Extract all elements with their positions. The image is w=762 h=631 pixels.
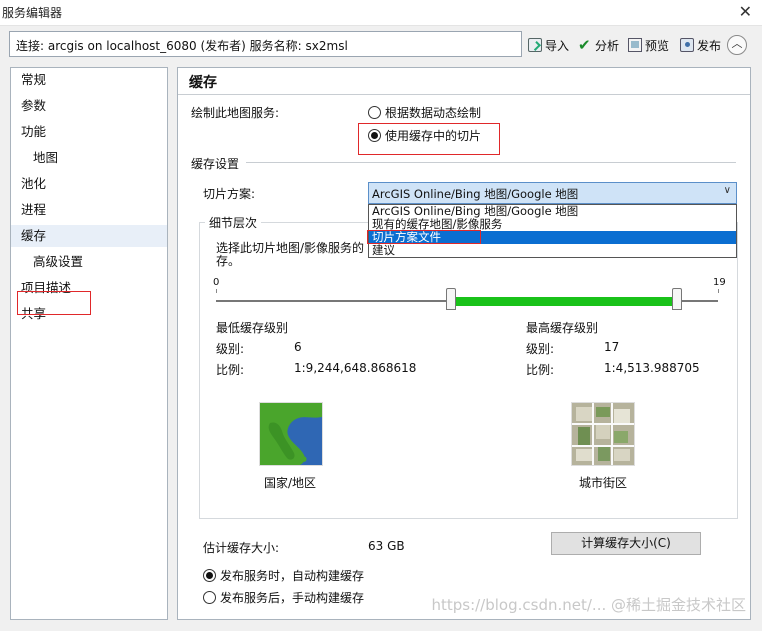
- connection-field[interactable]: 连接: arcgis on localhost_6080 (发布者) 服务名称:…: [9, 31, 522, 57]
- sidebar-item[interactable]: 常规: [11, 69, 167, 91]
- import-button[interactable]: 导入: [528, 35, 569, 55]
- min-level-title: 最低缓存级别: [216, 321, 289, 335]
- min-scale-label: 比例:: [216, 363, 245, 377]
- analyze-button[interactable]: ✔ 分析: [578, 35, 619, 55]
- sidebar: 常规 参数 功能 地图 池化 进程 缓存 高级设置 项目描述 共享: [10, 67, 168, 620]
- divider: [178, 94, 750, 95]
- radio-auto-build[interactable]: 发布服务时，自动构建缓存: [203, 567, 364, 584]
- radio-manual-build[interactable]: 发布服务后，手动构建缓存: [203, 589, 364, 606]
- tiling-scheme-select[interactable]: ArcGIS Online/Bing 地图/Google 地图 ∨: [368, 182, 737, 204]
- min-level-value: 6: [294, 340, 302, 354]
- page-title: 缓存: [189, 75, 217, 91]
- street-map-thumbnail: [571, 402, 635, 466]
- radio-selected-icon: [203, 569, 216, 582]
- import-label: 导入: [545, 38, 570, 53]
- watermark: https://blog.csdn.net/... @稀土掘金技术社区: [431, 596, 746, 614]
- draw-label: 绘制此地图服务:: [191, 106, 280, 120]
- estimate-value: 63 GB: [368, 539, 405, 553]
- country-map-thumbnail: [259, 402, 323, 466]
- street-caption: 城市街区: [579, 476, 628, 490]
- radio-icon: [368, 106, 381, 119]
- highlight-box: [17, 291, 91, 315]
- tiling-scheme-dropdown: ArcGIS Online/Bing 地图/Google 地图 现有的缓存地图/影…: [367, 204, 737, 258]
- calculate-cache-size-button[interactable]: 计算缓存大小(C): [551, 532, 701, 555]
- highlight-box: [367, 230, 481, 244]
- max-level-label: 级别:: [526, 342, 555, 356]
- close-icon[interactable]: ✕: [739, 2, 752, 21]
- country-caption: 国家/地区: [264, 476, 317, 490]
- divider: [246, 162, 736, 163]
- publish-icon: [680, 38, 694, 52]
- scheme-label: 切片方案:: [203, 187, 256, 201]
- sidebar-item[interactable]: 功能: [11, 121, 167, 143]
- slider-range-fill: [456, 297, 673, 306]
- slider-tick: [718, 289, 719, 293]
- sidebar-item[interactable]: 地图: [11, 147, 167, 169]
- detail-group-title: 细节层次: [205, 214, 262, 231]
- highlight-box: [358, 123, 500, 155]
- max-scale-value: 1:4,513.988705: [604, 361, 700, 375]
- sidebar-item[interactable]: 缓存: [11, 225, 167, 247]
- sidebar-item[interactable]: 池化: [11, 173, 167, 195]
- preview-icon: [628, 38, 642, 52]
- auto-build-label: 发布服务时，自动构建缓存: [220, 569, 365, 583]
- analyze-label: 分析: [595, 38, 620, 53]
- dropdown-option[interactable]: 建议: [369, 244, 736, 257]
- sidebar-item[interactable]: 高级设置: [11, 251, 167, 273]
- max-level-title: 最高缓存级别: [526, 321, 599, 335]
- publish-button[interactable]: 发布: [680, 35, 721, 55]
- preview-label: 预览: [645, 38, 670, 53]
- slider-high-handle[interactable]: [672, 288, 683, 310]
- slider-tick: [216, 289, 217, 293]
- tiling-scheme-value: ArcGIS Online/Bing 地图/Google 地图: [372, 187, 579, 201]
- radio-dynamic-label: 根据数据动态绘制: [385, 106, 482, 120]
- sidebar-item[interactable]: 参数: [11, 95, 167, 117]
- slider-min-label: 0: [213, 277, 220, 288]
- preview-button[interactable]: 预览: [628, 35, 669, 55]
- radio-dynamic[interactable]: 根据数据动态绘制: [368, 104, 481, 121]
- chevron-down-icon: ∨: [723, 185, 731, 196]
- collapse-icon[interactable]: ︿: [727, 35, 747, 55]
- publish-label: 发布: [697, 38, 722, 53]
- manual-build-label: 发布服务后，手动构建缓存: [220, 591, 365, 605]
- slider-max-label: 19: [713, 277, 726, 288]
- min-level-label: 级别:: [216, 342, 245, 356]
- slider-low-handle[interactable]: [446, 288, 457, 310]
- max-level-value: 17: [604, 340, 620, 354]
- title-bar: 服务编辑器 ✕: [0, 0, 762, 26]
- max-scale-label: 比例:: [526, 363, 555, 377]
- import-icon: [528, 38, 542, 52]
- window-title: 服务编辑器: [2, 6, 63, 20]
- checkmark-icon: ✔: [578, 36, 591, 54]
- sidebar-item[interactable]: 进程: [11, 199, 167, 221]
- radio-icon: [203, 591, 216, 604]
- estimate-label: 估计缓存大小:: [203, 541, 280, 555]
- detail-description-2: 存。: [216, 254, 241, 268]
- min-scale-value: 1:9,244,648.868618: [294, 361, 417, 375]
- cache-settings-heading: 缓存设置: [191, 157, 240, 171]
